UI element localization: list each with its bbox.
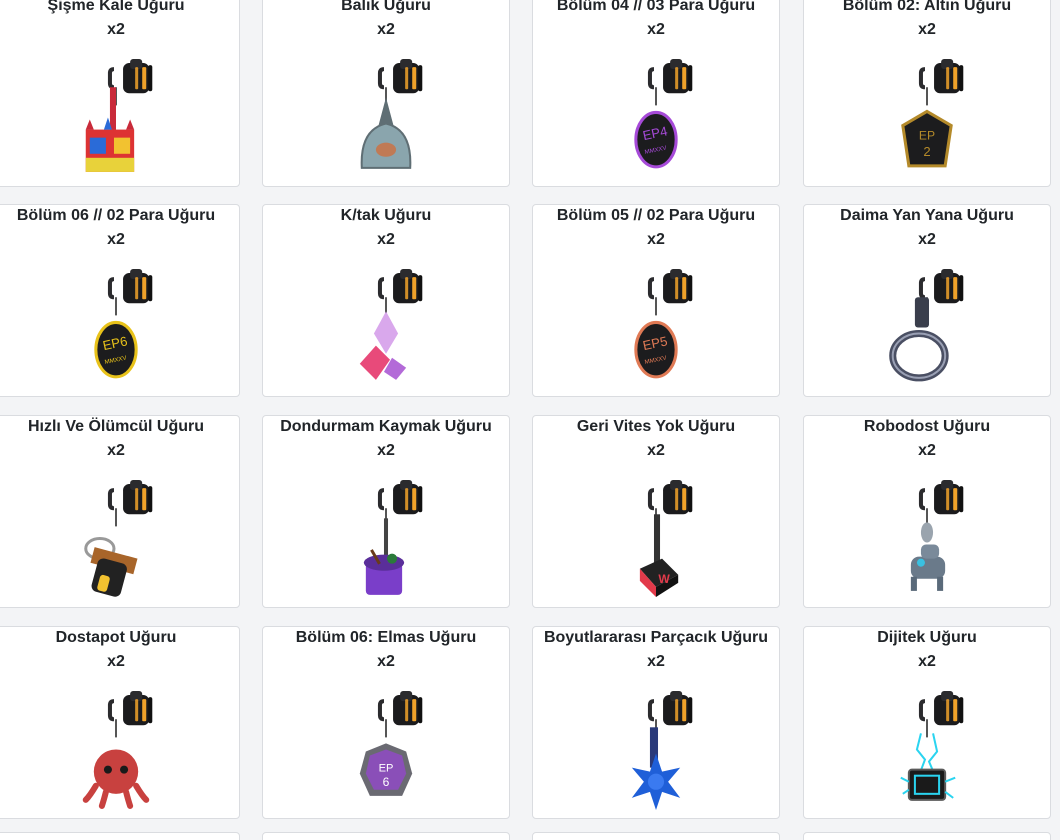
charm-quantity: x2 — [647, 653, 665, 670]
flashlight-charm-icon — [61, 478, 171, 603]
charm-card-partial[interactable] — [803, 832, 1051, 840]
charm-quantity: x2 — [377, 653, 395, 670]
charm-card[interactable]: Şişme Kale Uğuru x2 — [0, 0, 240, 187]
crystal-charm-icon — [331, 267, 441, 392]
octopus-charm-icon — [61, 689, 171, 814]
ep5-coin-charm-icon: EP5 MMXXV — [601, 267, 711, 392]
charm-card[interactable]: Dondurmam Kaymak Uğuru x2 — [262, 415, 510, 608]
ep4-coin-charm-icon: EP4 MMXXV — [601, 57, 711, 182]
charm-card[interactable]: Hızlı Ve Ölümcül Uğuru x2 — [0, 415, 240, 608]
charm-card[interactable]: Geri Vites Yok Uğuru x2 W — [532, 415, 780, 608]
charm-quantity: x2 — [377, 442, 395, 459]
ep6-coin-charm-icon: EP6 MMXXV — [61, 267, 171, 392]
digital-chip-charm-icon — [872, 689, 982, 814]
charm-grid: Şişme Kale Uğuru x2 Balık Uğuru x2 Bölüm 0… — [0, 0, 1060, 840]
charm-card[interactable]: Balık Uğuru x2 — [262, 0, 510, 187]
charm-quantity: x2 — [647, 21, 665, 38]
charm-card[interactable]: Bölüm 06 // 02 Para Uğuru x2 EP6 MMXXV — [0, 204, 240, 397]
charm-quantity: x2 — [107, 21, 125, 38]
charm-card[interactable]: Robodost Uğuru x2 — [803, 415, 1051, 608]
charm-card[interactable]: Bölüm 04 // 03 Para Uğuru x2 EP4 MMXXV — [532, 0, 780, 187]
charm-card[interactable]: Boyutlararası Parçacık Uğuru x2 — [532, 626, 780, 819]
charm-quantity: x2 — [107, 231, 125, 248]
charm-name: Şişme Kale Uğuru — [47, 0, 185, 14]
charm-name: Dondurmam Kaymak Uğuru — [280, 418, 492, 435]
charm-quantity: x2 — [918, 442, 936, 459]
charm-name: Bölüm 02: Altın Uğuru — [842, 0, 1012, 14]
bouncy-castle-charm-icon — [61, 57, 171, 182]
ring-charm-icon — [872, 267, 982, 392]
charm-card[interactable]: Daima Yan Yana Uğuru x2 — [803, 204, 1051, 397]
charm-name: Boyutlararası Parçacık Uğuru — [543, 629, 769, 646]
charm-card[interactable]: Bölüm 06: Elmas Uğuru x2 EP 6 — [262, 626, 510, 819]
charm-card[interactable]: Bölüm 05 // 02 Para Uğuru x2 EP5 MMXXV — [532, 204, 780, 397]
charm-name: Hızlı Ve Ölümcül Uğuru — [27, 418, 205, 435]
fish-bag-charm-icon — [331, 57, 441, 182]
charm-card-partial[interactable] — [262, 832, 510, 840]
charm-quantity: x2 — [918, 653, 936, 670]
charm-card-partial[interactable] — [0, 832, 240, 840]
ep6-diamond-charm-icon: EP 6 — [331, 689, 441, 814]
charm-quantity: x2 — [107, 653, 125, 670]
charm-name: Dijitek Uğuru — [877, 629, 977, 646]
charm-quantity: x2 — [647, 231, 665, 248]
charm-card[interactable]: K/tak Uğuru x2 — [262, 204, 510, 397]
charm-name: Bölüm 05 // 02 Para Uğuru — [556, 207, 756, 224]
charm-card-partial[interactable] — [532, 832, 780, 840]
svg-text:6: 6 — [383, 775, 390, 789]
charm-card[interactable]: Dijitek Uğuru x2 — [803, 626, 1051, 819]
charm-name: K/tak Uğuru — [340, 207, 432, 224]
ep2-gold-charm-icon: EP 2 — [872, 57, 982, 182]
charm-quantity: x2 — [377, 21, 395, 38]
charm-name: Bölüm 04 // 03 Para Uğuru — [556, 0, 756, 14]
svg-text:EP: EP — [379, 763, 394, 775]
charm-name: Geri Vites Yok Uğuru — [576, 418, 736, 435]
charm-quantity: x2 — [918, 231, 936, 248]
charm-quantity: x2 — [107, 442, 125, 459]
svg-text:2: 2 — [923, 144, 930, 159]
charm-name: Bölüm 06 // 02 Para Uğuru — [16, 207, 216, 224]
charm-name: Balık Uğuru — [341, 0, 431, 14]
charm-card[interactable]: Bölüm 02: Altın Uğuru x2 EP 2 — [803, 0, 1051, 187]
charm-name: Daima Yan Yana Uğuru — [840, 207, 1014, 224]
charm-card[interactable]: Dostapot Uğuru x2 — [0, 626, 240, 819]
charm-name: Dostapot Uğuru — [55, 629, 177, 646]
charm-name: Bölüm 06: Elmas Uğuru — [295, 629, 477, 646]
charm-quantity: x2 — [377, 231, 395, 248]
svg-text:W: W — [658, 572, 670, 586]
cube-w-charm-icon: W — [601, 478, 711, 603]
charm-name: Robodost Uğuru — [863, 418, 991, 435]
charm-quantity: x2 — [918, 21, 936, 38]
charm-quantity: x2 — [647, 442, 665, 459]
spiky-star-charm-icon — [601, 689, 711, 814]
robot-dog-charm-icon — [872, 478, 982, 603]
ice-cream-charm-icon — [331, 478, 441, 603]
svg-text:EP: EP — [919, 129, 935, 143]
